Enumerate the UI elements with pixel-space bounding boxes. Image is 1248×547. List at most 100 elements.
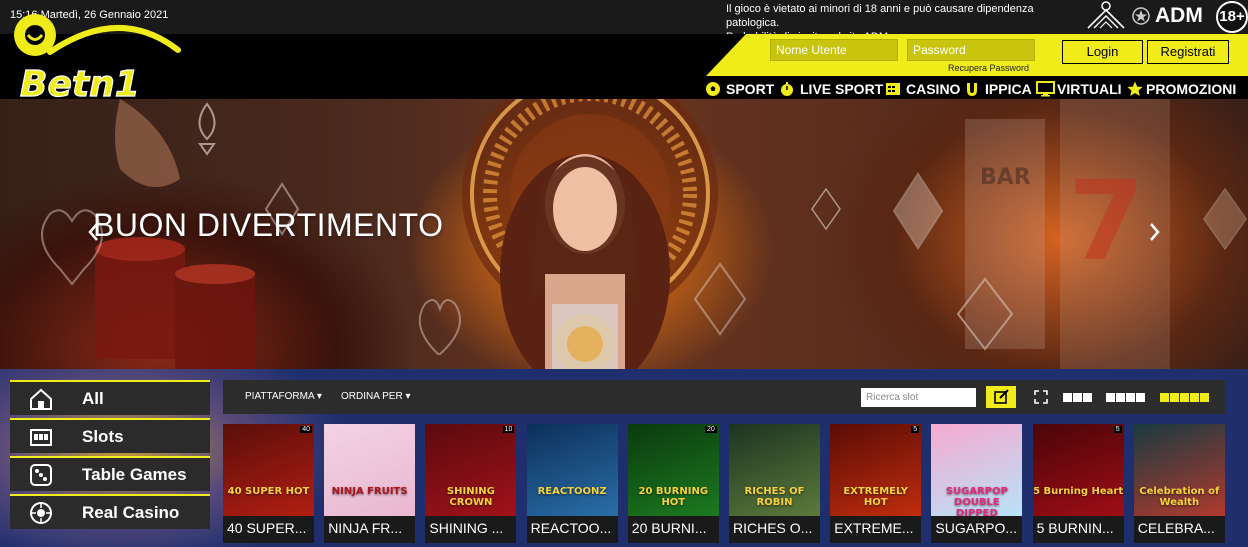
edit-icon [994,389,1009,404]
hero-title: BUON DIVERTIMENTO [93,207,444,243]
lines-badge: 40 [300,426,312,433]
game-art-title: SUGARPOP DOUBLE DIPPED [945,486,1008,516]
game-tile[interactable]: SHINING CROWN 10 SHINING ... [425,424,517,543]
game-tile[interactable]: Celebration of Wealth CELEBRA... [1133,424,1225,543]
games-section: All Slots Table Games Real Casino PIATTA… [0,369,1248,547]
game-tile[interactable]: NINJA FRUITS NINJA FR... [324,424,416,543]
top-info-bar: 15:16 Martedì, 26 Gennaio 2021 Il gioco … [0,0,1248,43]
game-thumbnail[interactable]: RICHES OF ROBIN [729,424,820,516]
nav-live-sport[interactable]: LIVE SPORT [779,80,883,98]
game-thumbnail[interactable]: SUGARPOP DOUBLE DIPPED [931,424,1023,516]
category-table-games-label: Table Games [82,464,187,484]
age-restriction-badge: 18+ [1216,1,1248,33]
legal-line-1: Il gioco è vietato ai minori di 18 anni … [726,3,1034,29]
grid-3-columns-icon[interactable] [1063,393,1092,402]
category-real-casino[interactable]: Real Casino [10,494,210,529]
category-slots[interactable]: Slots [10,418,210,453]
soccer-ball-icon [706,82,720,96]
game-name: 5 BURNIN... [1036,520,1114,536]
game-art-title: 20 BURNING HOT [638,486,709,508]
game-art-title: RICHES OF ROBIN [744,486,805,508]
game-thumbnail[interactable]: 5 Burning Heart 5 [1032,424,1124,516]
game-art-title: EXTREMELY HOT [843,486,909,508]
game-tile[interactable]: EXTREMELY HOT 5 EXTREME... [830,424,922,543]
nav-virtuali-label: VIRTUALI [1057,81,1122,97]
svg-text:BAR: BAR [980,165,1031,190]
game-name: SUGARPO... [935,520,1018,536]
stopwatch-icon [781,82,793,96]
slot-machine-icon [30,428,52,446]
hero-banner[interactable]: 7 BAR BUON DIVERTIMENTO [0,99,1248,369]
grid-4-columns-icon[interactable] [1106,393,1145,402]
roulette-icon [30,501,52,524]
adm-mark-icon [1087,1,1125,29]
password-input[interactable] [907,39,1035,61]
adm-label: ADM [1155,4,1203,27]
nav-ippica-label: IPPICA [985,81,1032,97]
game-thumbnail[interactable]: 20 BURNING HOT 20 [627,424,719,516]
star-icon [1127,81,1143,96]
nav-promozioni-label: PROMOZIONI [1146,81,1237,97]
nav-ippica[interactable]: IPPICA [964,80,1032,98]
nav-sport-label: SPORT [726,81,775,97]
game-thumbnail[interactable]: REACTOONZ [526,424,618,516]
game-name: NINJA FR... [328,520,403,536]
carousel-next-icon[interactable] [1148,221,1162,243]
game-art-title: 5 Burning Heart [1033,486,1124,497]
game-art-title: REACTOONZ [537,486,607,497]
fullscreen-icon[interactable] [1034,390,1048,404]
game-thumbnail[interactable]: Celebration of Wealth [1133,424,1225,516]
category-table-games[interactable]: Table Games [10,456,210,491]
slot-search-input[interactable] [861,388,976,407]
game-name: 40 SUPER... [227,520,307,536]
recover-password-link[interactable]: Recupera Password [948,63,1029,73]
nav-sport[interactable]: SPORT [705,80,774,98]
game-tile[interactable]: 5 Burning Heart 5 5 BURNIN... [1032,424,1124,543]
game-tile[interactable]: REACTOONZ REACTOO... [526,424,618,543]
game-art-title: SHINING CROWN [446,486,495,508]
carousel-prev-icon[interactable] [86,221,100,243]
game-art-title: 40 SUPER HOT [227,486,310,497]
game-thumbnail[interactable]: 40 SUPER HOT 40 [223,424,314,516]
nav-live-sport-label: LIVE SPORT [800,81,884,97]
nav-promozioni[interactable]: PROMOZIONI [1126,80,1236,98]
monitor-icon [1036,81,1055,97]
game-thumbnail[interactable]: NINJA FRUITS [324,424,416,516]
grid-5-columns-icon[interactable] [1160,393,1209,402]
nav-casino[interactable]: CASINO [885,80,960,98]
login-button[interactable]: Login [1062,40,1143,64]
lines-badge: 5 [911,426,920,433]
platform-dropdown[interactable]: PIATTAFORMA ▾ [245,391,322,402]
game-name: REACTOO... [530,520,612,536]
svg-text:7: 7 [1068,157,1145,285]
category-all-label: All [82,388,104,408]
game-tile[interactable]: 40 SUPER HOT 40 40 SUPER... [223,424,314,543]
slot-machine-icon [886,83,900,95]
edit-button[interactable] [986,386,1016,408]
lines-badge: 20 [705,426,717,433]
nav-virtuali[interactable]: VIRTUALI [1036,80,1122,98]
home-icon [30,388,52,410]
game-thumbnail[interactable]: EXTREMELY HOT 5 [830,424,922,516]
game-tile[interactable]: SUGARPOP DOUBLE DIPPED SUGARPO... [931,424,1023,543]
game-name: CELEBRA... [1137,520,1215,536]
horseshoe-icon [967,83,977,96]
register-button[interactable]: Registrati [1147,40,1229,64]
game-name: RICHES O... [733,520,813,536]
game-art-title: Celebration of Wealth [1139,486,1220,508]
games-toolbar: PIATTAFORMA ▾ ORDINA PER ▾ [223,380,1225,414]
game-name: EXTREME... [834,520,914,536]
betn1-logo[interactable]: Betn1 [10,10,185,100]
username-input[interactable] [770,39,898,61]
caret-down-icon: ▾ [405,391,411,402]
category-slots-label: Slots [82,426,124,446]
sort-dropdown-label: ORDINA PER [341,391,403,402]
category-all[interactable]: All [10,380,210,415]
sort-dropdown[interactable]: ORDINA PER ▾ [341,391,411,402]
game-thumbnail[interactable]: SHINING CROWN 10 [425,424,517,516]
game-name: 20 BURNI... [631,520,707,536]
dice-icon [30,463,52,486]
game-art-title: NINJA FRUITS [331,486,408,497]
game-tile[interactable]: RICHES OF ROBIN RICHES O... [729,424,820,543]
game-tile[interactable]: 20 BURNING HOT 20 20 BURNI... [627,424,719,543]
